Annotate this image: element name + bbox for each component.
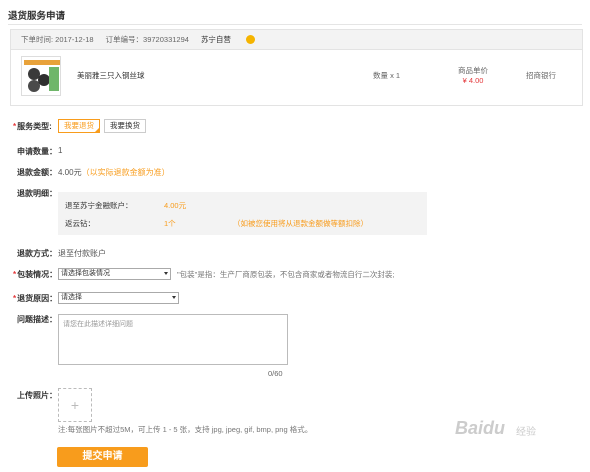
package-hint: "包装"是指：生产厂商原包装，不包含商家或者物流自行二次封装; <box>177 270 395 279</box>
unit-price: ¥ 4.00 <box>462 76 484 85</box>
chevron-down-icon <box>172 296 176 299</box>
order-number: 订单编号：39720331294 <box>105 35 189 44</box>
submit-button[interactable]: 提交申请 <box>57 447 148 467</box>
product-name[interactable]: 美丽雅三只入钢丝球 <box>77 70 145 81</box>
baidu-watermark: Baidu <box>455 418 506 438</box>
package-label: *包装情况： <box>13 270 58 279</box>
refund-amount-label: 退款金额： <box>17 168 57 177</box>
upload-label: 上传照片： <box>17 391 57 400</box>
refund-detail-row-note: （如被您使用将从退款金额做等额扣除） <box>233 219 368 228</box>
apply-qty-label: 申请数量： <box>17 147 57 156</box>
refund-method-value: 退至付款账户 <box>58 249 106 258</box>
plus-icon: + <box>70 397 80 413</box>
refund-detail-row-amount: 1个 <box>164 219 176 228</box>
description-textarea[interactable]: 请您在此描述详细问题 <box>58 314 288 365</box>
exchange-option-button[interactable]: 我要换货 <box>104 119 146 133</box>
order-card: 下单时间: 2017-12-18 订单编号：39720331294 苏宁自营 美… <box>10 29 583 106</box>
seller-name: 招商银行 <box>526 71 556 80</box>
price-label: 商品单价 <box>458 66 488 75</box>
package-select[interactable]: 请选择包装情况 <box>58 268 171 280</box>
steel-wool-icon <box>22 57 60 95</box>
reason-label: *退货原因： <box>13 294 58 303</box>
title-divider <box>8 24 582 25</box>
apply-qty-value: 1 <box>58 146 63 155</box>
return-option-button[interactable]: 我要退货 <box>58 119 100 133</box>
refund-detail-label: 退款明细： <box>17 189 57 198</box>
store-emoji-icon <box>245 34 255 44</box>
order-date: 下单时间: 2017-12-18 <box>21 35 94 44</box>
store-name-label: 苏宁自营 <box>200 35 231 44</box>
chevron-down-icon <box>164 272 168 275</box>
reason-select[interactable]: 请选择 <box>58 292 179 304</box>
baidu-watermark-sub: 经验 <box>516 427 536 438</box>
upload-hint: 注:每张图片不超过5M，可上传 1 - 5 张，支持 jpg, jpeg, gi… <box>58 425 313 434</box>
refund-detail-row-name: 返云钻： <box>65 219 95 228</box>
char-counter: 0/60 <box>268 369 283 378</box>
page-title: 退货服务申请 <box>8 11 66 22</box>
product-thumbnail[interactable] <box>21 56 61 96</box>
refund-detail-box: 退至苏宁金融账户： 4.00元 返云钻： 1个 （如被您使用将从退款金额做等额扣… <box>58 192 427 235</box>
refund-amount-note: （以实际退款金额为准） <box>81 168 170 177</box>
service-type-label: *服务类型: <box>13 122 52 131</box>
order-header: 下单时间: 2017-12-18 订单编号：39720331294 苏宁自营 <box>11 30 582 50</box>
refund-detail-row-amount: 4.00元 <box>164 201 187 210</box>
description-label: 问题描述： <box>17 315 57 324</box>
product-quantity: 数量 x 1 <box>373 71 401 80</box>
store-name[interactable]: 苏宁自营 <box>201 34 255 45</box>
upload-photo-button[interactable]: + <box>58 388 92 422</box>
refund-detail-row-name: 退至苏宁金融账户： <box>65 201 133 210</box>
order-product-row: 美丽雅三只入钢丝球 数量 x 1 商品单价 ¥ 4.00 招商银行 <box>11 50 582 105</box>
refund-amount-value: 4.00元（以实际退款金额为准） <box>58 168 170 177</box>
refund-method-label: 退款方式： <box>17 249 57 258</box>
